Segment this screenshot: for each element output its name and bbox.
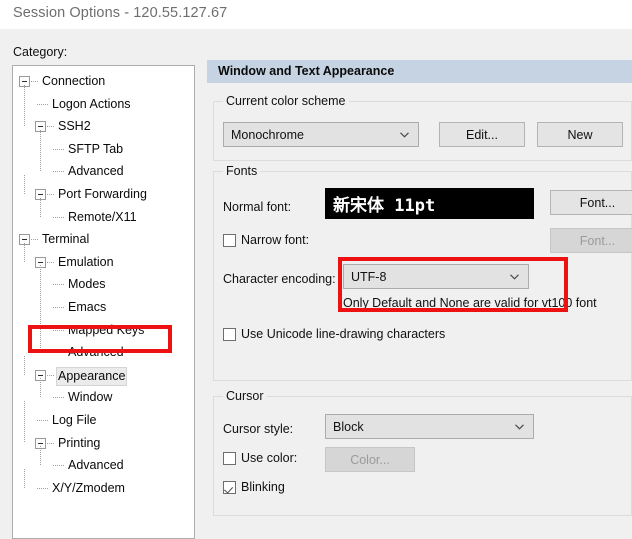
normal-font-preview: 新宋体 11pt xyxy=(325,188,534,219)
blinking-checkbox[interactable] xyxy=(223,481,236,494)
tree-connector xyxy=(47,194,54,195)
tree-item-label: SSH2 xyxy=(58,119,91,134)
tree-connector-vertical xyxy=(24,175,25,194)
tree-item-label: Logon Actions xyxy=(52,96,131,111)
tree-item-label: Port Forwarding xyxy=(58,187,147,201)
color-scheme-value: Monochrome xyxy=(231,127,304,142)
tree-connector-vertical xyxy=(40,446,41,466)
tree-item-label: Advanced xyxy=(68,458,124,473)
tree-connector xyxy=(37,103,48,105)
dialog-body: Category: Connection Logon Actions SSH2 SFT… xyxy=(0,29,632,539)
tree-item-label: Window xyxy=(68,390,113,405)
tree-item-label: Printing xyxy=(58,435,101,450)
category-label: Category: xyxy=(13,45,68,59)
fonts-group-title: Fonts xyxy=(223,164,261,178)
use-color-checkbox[interactable] xyxy=(223,452,236,465)
tree-item-label: Mapped Keys xyxy=(68,322,145,337)
tree-item-x-y-zmodem[interactable]: X/Y/Zmodem xyxy=(13,479,194,498)
tree-connector-vertical xyxy=(24,355,25,375)
character-encoding-value: UTF-8 xyxy=(351,269,387,284)
tree-connector xyxy=(47,261,54,263)
character-encoding-label: Character encoding: xyxy=(223,272,336,286)
tree-connector xyxy=(37,420,48,421)
tree-item-label: Modes xyxy=(68,277,106,292)
tree-connector xyxy=(53,307,64,308)
category-tree[interactable]: Connection Logon Actions SSH2 SFTP Tab Advan… xyxy=(12,65,195,539)
color-scheme-group-title: Current color scheme xyxy=(223,94,349,108)
tree-connector xyxy=(53,148,64,150)
normal-font-button[interactable]: Font... xyxy=(550,190,632,215)
tree-connector xyxy=(31,81,38,82)
tree-item-label: Emulation xyxy=(58,254,114,269)
cursor-color-button: Color... xyxy=(325,447,415,472)
tree-connector xyxy=(53,329,64,331)
tree-connector-vertical xyxy=(40,378,41,398)
cursor-style-combo[interactable]: Block xyxy=(325,414,534,439)
tree-item-label: Remote/X11 xyxy=(68,209,137,224)
tree-item-label: Terminal xyxy=(42,232,90,247)
tree-connector xyxy=(53,216,64,218)
tree-item-label: Advanced xyxy=(68,345,124,360)
unicode-linedraw-checkbox[interactable] xyxy=(223,328,236,341)
tree-connector-vertical xyxy=(24,242,25,262)
tree-connector-vertical xyxy=(40,197,41,217)
narrow-font-button: Font... xyxy=(550,228,632,253)
tree-connector-vertical xyxy=(24,401,25,443)
tree-connector xyxy=(53,465,64,467)
tree-connector-vertical xyxy=(40,129,41,172)
character-encoding-combo[interactable]: UTF-8 xyxy=(343,264,529,289)
tree-connector xyxy=(47,126,54,128)
color-scheme-combo[interactable]: Monochrome xyxy=(223,122,419,147)
tree-item-terminal[interactable]: Terminal xyxy=(13,230,194,249)
tree-connector-vertical xyxy=(40,265,41,353)
tree-connector xyxy=(47,374,54,376)
tree-connector xyxy=(37,487,48,489)
tree-item-label: Connection xyxy=(42,74,106,88)
tree-connector xyxy=(53,397,64,399)
tree-item-label: Appearance xyxy=(56,366,128,386)
title-bar: Session Options - 120.55.127.67 xyxy=(0,0,632,29)
narrow-font-checkbox[interactable] xyxy=(223,234,236,247)
normal-font-preview-text: 新宋体 11pt xyxy=(333,196,436,216)
session-options-dialog: Session Options - 120.55.127.67 Category… xyxy=(0,0,632,539)
tree-item-label: SFTP Tab xyxy=(68,141,124,156)
new-color-scheme-button[interactable]: New xyxy=(537,122,623,147)
tree-item-label: Emacs xyxy=(68,300,107,314)
cursor-style-label: Cursor style: xyxy=(223,422,294,436)
chevron-down-icon xyxy=(400,131,409,138)
tree-item-label: Log File xyxy=(52,413,97,427)
tree-item-log-file[interactable]: Log File xyxy=(13,411,194,430)
pane-header: Window and Text Appearance xyxy=(207,60,632,83)
tree-item-connection[interactable]: Connection xyxy=(13,72,194,91)
narrow-font-label: Narrow font: xyxy=(241,233,310,247)
cursor-style-value: Block xyxy=(333,419,364,434)
edit-color-scheme-button[interactable]: Edit... xyxy=(439,122,525,147)
tree-item-logon-actions[interactable]: Logon Actions xyxy=(13,95,194,114)
tree-connector xyxy=(53,284,64,286)
character-encoding-help-text: Only Default and None are valid for vt10… xyxy=(343,296,597,310)
chevron-down-icon xyxy=(515,423,524,430)
tree-connector xyxy=(53,352,64,354)
settings-pane: Window and Text Appearance Current color… xyxy=(207,60,632,539)
tree-item-label: Advanced xyxy=(68,164,124,179)
tree-connector-vertical xyxy=(24,468,25,488)
chevron-down-icon xyxy=(510,273,519,280)
blinking-label: Blinking xyxy=(241,480,285,494)
use-color-label: Use color: xyxy=(241,451,298,465)
cursor-group-title: Cursor xyxy=(223,389,267,403)
tree-connector xyxy=(47,442,54,444)
unicode-linedraw-label: Use Unicode line-drawing characters xyxy=(241,327,446,341)
tree-connector xyxy=(53,171,64,173)
window-title: Session Options - 120.55.127.67 xyxy=(13,5,228,21)
tree-connector-vertical xyxy=(24,84,25,127)
pane-header-title: Window and Text Appearance xyxy=(218,64,395,78)
normal-font-label: Normal font: xyxy=(223,200,292,214)
tree-connector xyxy=(31,239,38,241)
tree-item-label: X/Y/Zmodem xyxy=(52,480,125,495)
